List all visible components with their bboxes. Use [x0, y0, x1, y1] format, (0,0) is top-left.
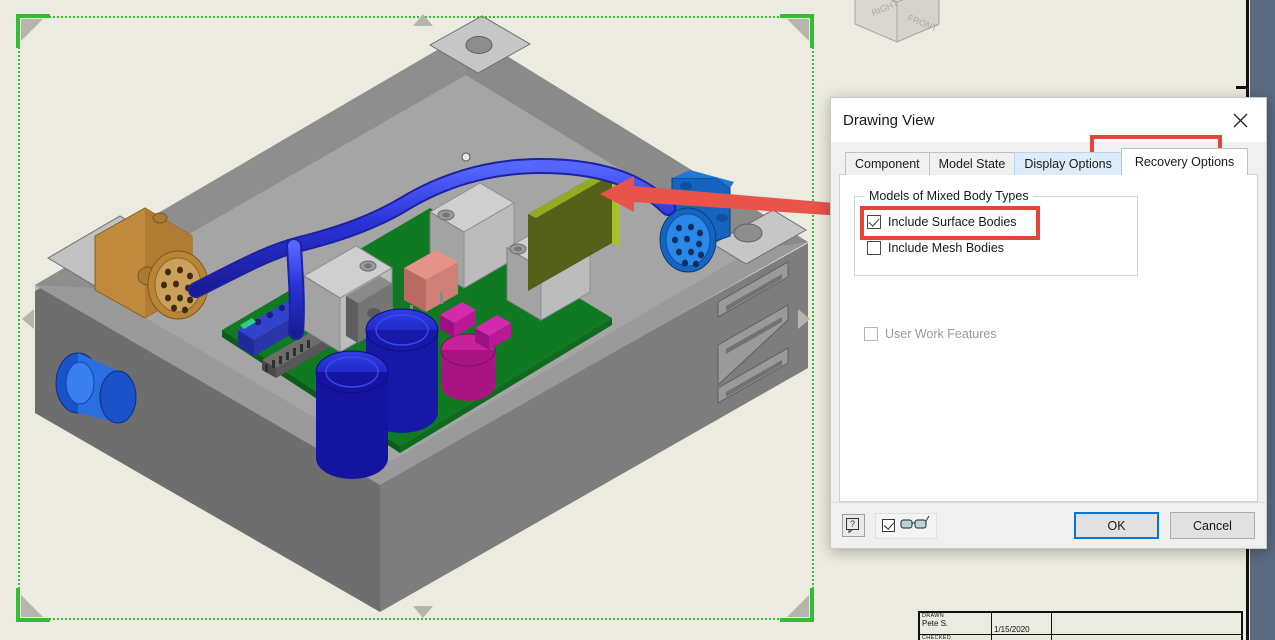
preview-toggle[interactable]: [875, 512, 937, 539]
dialog-tabstrip: Component Model State Display Options Re…: [839, 148, 1258, 175]
align-arrow-left-icon[interactable]: [22, 309, 34, 329]
tab-component[interactable]: Component: [845, 152, 930, 175]
drawing-view-dialog[interactable]: Drawing View Component Model State Displ…: [830, 97, 1267, 549]
cancel-button[interactable]: Cancel: [1170, 512, 1255, 539]
align-arrow-down-icon[interactable]: [413, 606, 433, 618]
dialog-titlebar[interactable]: Drawing View: [831, 98, 1266, 142]
ok-button[interactable]: OK: [1074, 512, 1159, 539]
include-surface-bodies-checkbox[interactable]: [867, 214, 881, 229]
help-icon[interactable]: ?: [842, 514, 865, 537]
title-block[interactable]: DRAWN Pete S. 1/15/2020 CHECKED: [918, 611, 1243, 640]
svg-text:?: ?: [850, 519, 855, 529]
eyeglasses-icon[interactable]: [900, 515, 930, 536]
drawing-view-3d-model[interactable]: [0, 0, 820, 620]
dialog-body: Component Model State Display Options Re…: [831, 142, 1266, 502]
dialog-title: Drawing View: [843, 111, 935, 129]
view-cube-icon[interactable]: RIGHT FRONT: [845, 0, 949, 46]
title-block-row-drawn: DRAWN Pete S. 1/15/2020: [920, 613, 1241, 635]
tab-model-state[interactable]: Model State: [928, 152, 1016, 175]
checkbox-row-include-surface-bodies[interactable]: Include Surface Bodies: [867, 211, 1125, 232]
close-icon[interactable]: [1220, 103, 1260, 137]
align-arrow-right-icon[interactable]: [798, 309, 810, 329]
tab-recovery-options[interactable]: Recovery Options: [1120, 148, 1249, 175]
checkbox-row-user-work-features: User Work Features: [864, 323, 1243, 344]
group-legend: Models of Mixed Body Types: [865, 189, 1033, 203]
tab-panel-recovery-options: Models of Mixed Body Types Include Surfa…: [839, 174, 1258, 502]
dialog-footer: ? OK Cancel: [831, 502, 1266, 548]
title-block-row-checked: CHECKED: [920, 635, 1241, 640]
include-mesh-bodies-label: Include Mesh Bodies: [888, 240, 1005, 255]
title-block-date-drawn: 1/15/2020: [994, 625, 1030, 634]
align-arrow-up-icon[interactable]: [413, 14, 433, 26]
checkbox-row-include-mesh-bodies[interactable]: Include Mesh Bodies: [867, 237, 1125, 258]
sheet-zone-tick: [1236, 86, 1247, 89]
user-work-features-checkbox: [864, 326, 878, 341]
tab-display-options[interactable]: Display Options: [1014, 152, 1122, 175]
user-work-features-label: User Work Features: [885, 326, 997, 341]
title-block-value-drawn: Pete S.: [922, 619, 949, 628]
title-block-label-checked: CHECKED: [922, 635, 951, 640]
title-block-title-cell: [1052, 613, 1241, 634]
group-models-of-mixed-body-types: Models of Mixed Body Types Include Surfa…: [854, 189, 1138, 276]
screen: RIGHT FRONT DRAWN Pete S. 1/15/2020 CHEC…: [0, 0, 1275, 640]
preview-checkbox[interactable]: [882, 519, 895, 532]
include-surface-bodies-label: Include Surface Bodies: [888, 214, 1017, 229]
include-mesh-bodies-checkbox[interactable]: [867, 240, 881, 255]
